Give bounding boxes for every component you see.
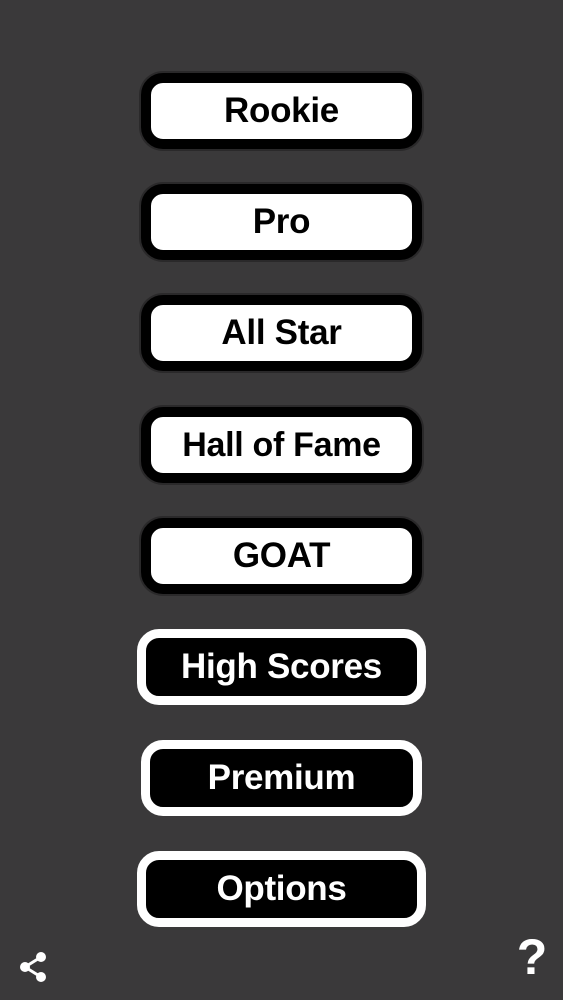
options-button[interactable]: Options <box>137 851 426 927</box>
high-scores-button[interactable]: High Scores <box>137 629 426 705</box>
high-scores-button-label: High Scores <box>181 647 382 686</box>
goat-button-label: GOAT <box>232 536 331 575</box>
rookie-button-label: Rookie <box>224 91 339 130</box>
rookie-button[interactable]: Rookie <box>141 73 422 149</box>
hall-of-fame-button-label: Hall of Fame <box>182 425 381 464</box>
share-icon-graphic <box>20 952 46 982</box>
options-button-label: Options <box>216 869 347 908</box>
all-star-button[interactable]: All Star <box>141 295 422 371</box>
premium-button-label: Premium <box>207 758 356 797</box>
help-icon: ? <box>516 929 548 985</box>
share-icon[interactable] <box>18 951 48 983</box>
all-star-button-label: All Star <box>221 313 342 352</box>
goat-button[interactable]: GOAT <box>141 518 422 594</box>
help-button[interactable]: ? <box>515 928 549 986</box>
pro-button[interactable]: Pro <box>141 184 422 260</box>
premium-button[interactable]: Premium <box>141 740 422 816</box>
hall-of-fame-button[interactable]: Hall of Fame <box>141 407 422 483</box>
pro-button-label: Pro <box>252 202 311 241</box>
